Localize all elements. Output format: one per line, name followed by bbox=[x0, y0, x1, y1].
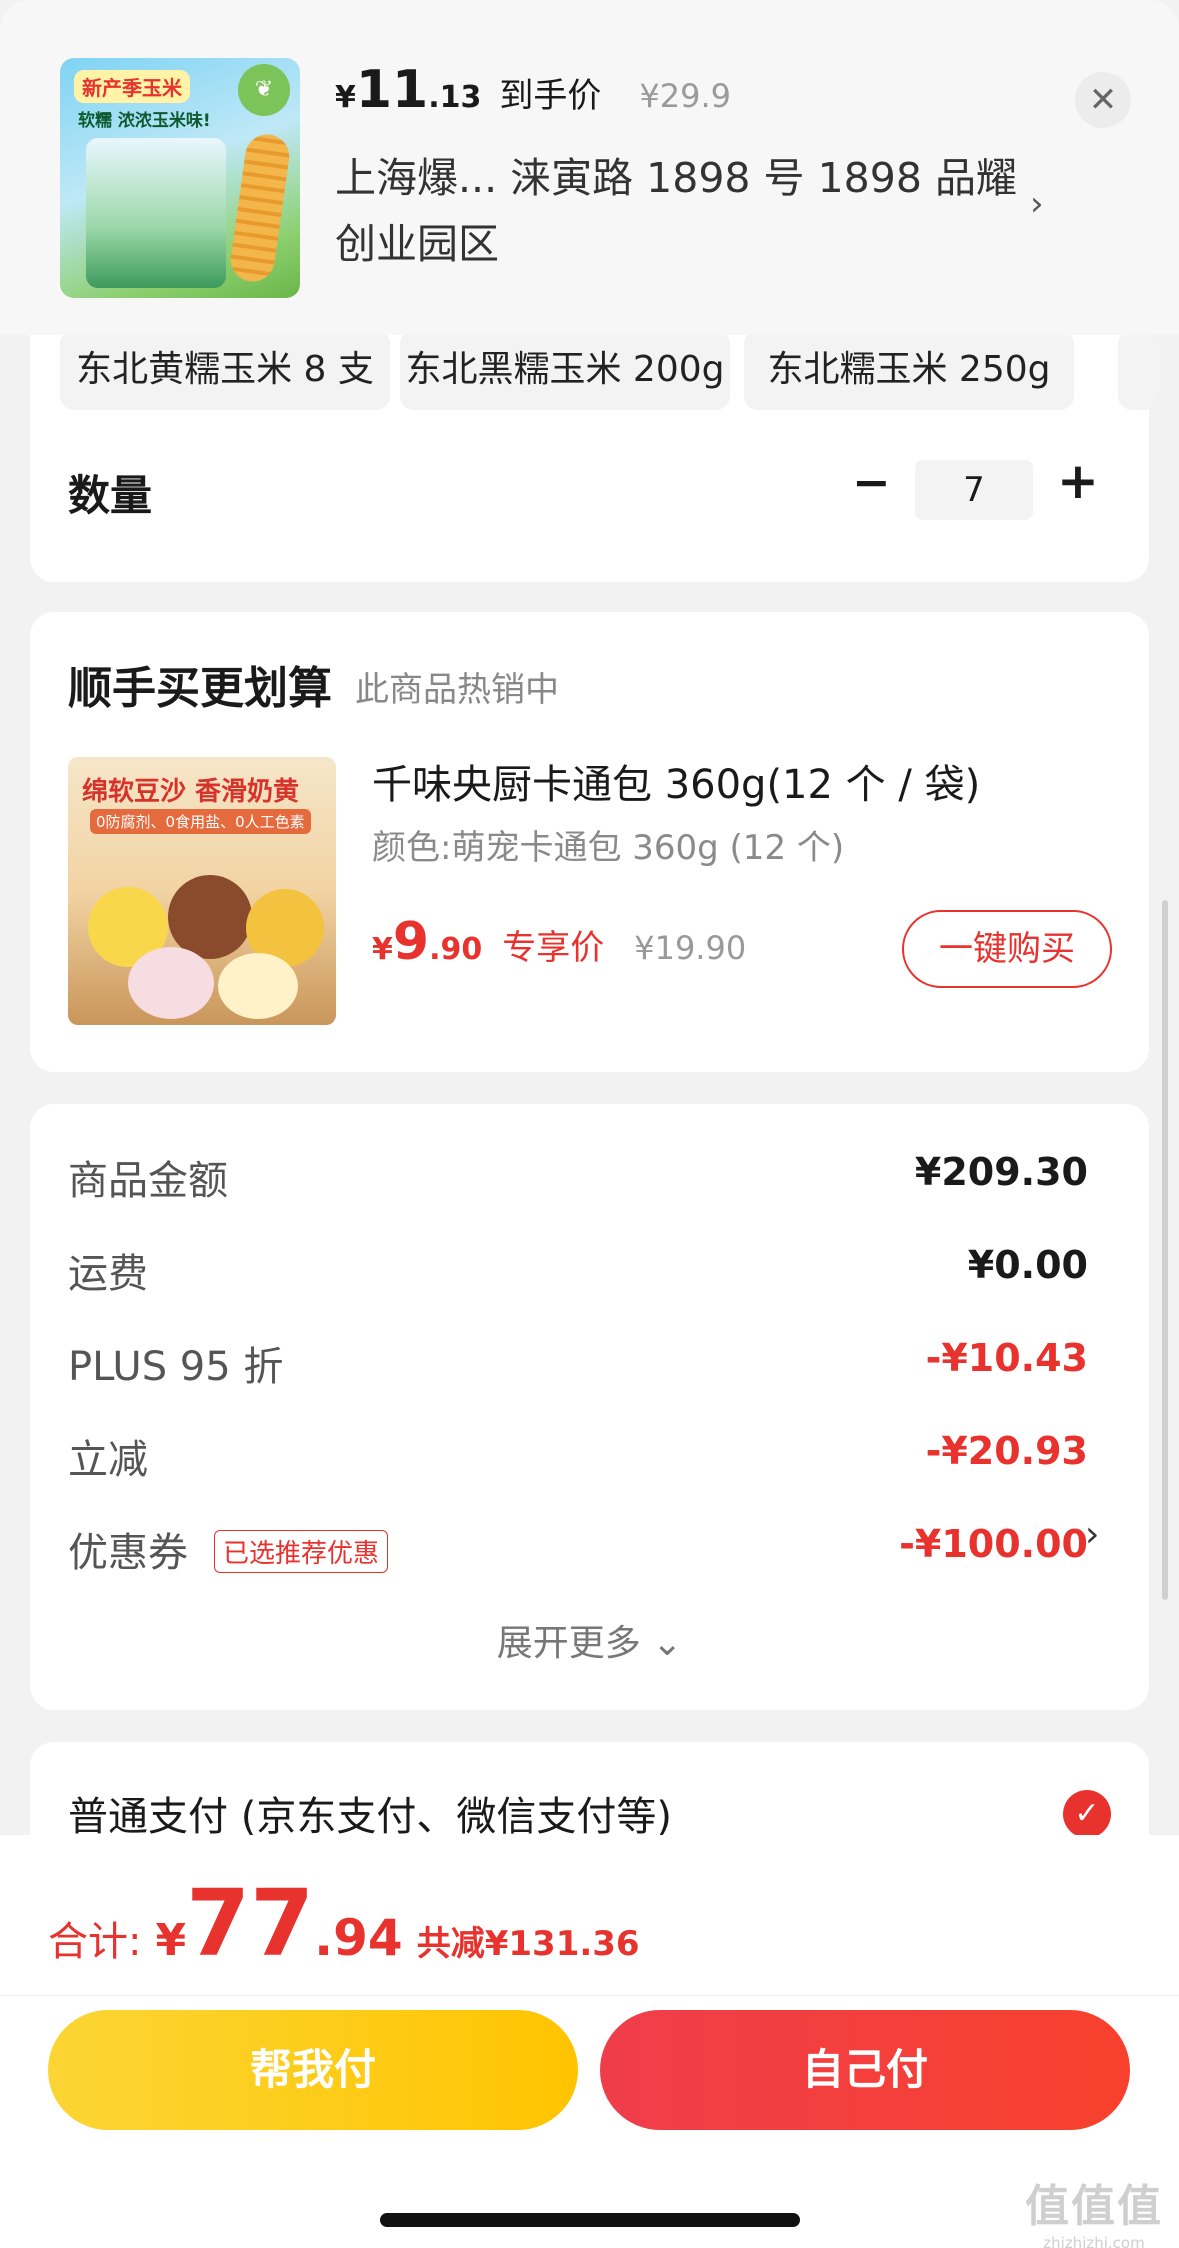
product-thumbnail: 新产季玉米 软糯 浓浓玉米味! ❦ bbox=[60, 58, 300, 298]
coupon-row[interactable]: 优惠券 已选推荐优惠 -¥100.00 bbox=[68, 1520, 1088, 1580]
detail-value: -¥10.43 bbox=[925, 1336, 1088, 1380]
coupon-tag: 已选推荐优惠 bbox=[214, 1530, 389, 1573]
detail-row: 运费 ¥0.00 bbox=[68, 1241, 1088, 1301]
watermark: 值值值 zhizhizhi.com bbox=[1025, 2170, 1163, 2248]
header-price: ¥ 11 .13 到手价 ¥29.9 bbox=[335, 60, 731, 120]
upsell-image-headline: 绵软豆沙 香滑奶黄 bbox=[82, 777, 300, 807]
checkout-bar: 合计: ¥ 77 .94 共减¥131.36 帮我付 自己付 值值值 zhizh… bbox=[0, 1835, 1179, 2248]
currency-symbol: ¥ bbox=[155, 1915, 187, 1966]
original-price: ¥29.9 bbox=[639, 77, 732, 115]
detail-value: -¥20.93 bbox=[925, 1429, 1088, 1473]
total-integer: 77 bbox=[186, 1870, 315, 1977]
chevron-right-icon[interactable]: › bbox=[1030, 184, 1044, 224]
detail-label: 优惠券 bbox=[68, 1530, 188, 1576]
total-price: 合计: ¥ 77 .94 共减¥131.36 bbox=[48, 1870, 640, 1977]
delivery-address[interactable]: 上海爆... 涞寅路 1898 号 1898 品耀创业园区 bbox=[335, 145, 1035, 277]
detail-row: 立减 -¥20.93 bbox=[68, 1427, 1088, 1487]
detail-row: 商品金额 ¥209.30 bbox=[68, 1148, 1088, 1208]
leaf-icon: ❦ bbox=[238, 64, 290, 116]
scrollbar[interactable] bbox=[1162, 900, 1168, 1600]
detail-label: 立减 bbox=[68, 1437, 148, 1483]
detail-label: PLUS 95 折 bbox=[68, 1344, 284, 1390]
detail-label: 运费 bbox=[68, 1251, 148, 1297]
spec-chip-partial[interactable] bbox=[1118, 330, 1158, 410]
watermark-site: zhizhizhi.com bbox=[1043, 2234, 1145, 2248]
currency-symbol: ¥ bbox=[335, 80, 356, 115]
close-icon[interactable]: ✕ bbox=[1075, 72, 1131, 128]
price-detail-card: 商品金额 ¥209.30 运费 ¥0.00 PLUS 95 折 -¥10.43 … bbox=[30, 1104, 1149, 1710]
help-me-pay-button[interactable]: 帮我付 bbox=[48, 2010, 578, 2130]
price-integer: 11 bbox=[355, 60, 429, 120]
home-indicator[interactable] bbox=[380, 2213, 800, 2227]
detail-value: ¥0.00 bbox=[967, 1243, 1088, 1287]
expand-more-button[interactable]: 展开更多 ⌄ bbox=[30, 1614, 1149, 1666]
total-decimal: .94 bbox=[314, 1909, 403, 1967]
watermark-logo: 值值值 bbox=[1025, 2181, 1163, 2232]
plus-button[interactable]: + bbox=[1057, 452, 1099, 510]
final-price-label: 到手价 bbox=[499, 76, 602, 116]
currency-symbol: ¥ bbox=[372, 932, 393, 967]
price-integer: 9 bbox=[392, 912, 430, 972]
chevron-right-icon[interactable]: › bbox=[1085, 1514, 1099, 1555]
bun-shape bbox=[128, 947, 214, 1019]
thumb-badge: 新产季玉米 bbox=[74, 70, 190, 103]
total-saved: 共减¥131.36 bbox=[416, 1924, 640, 1964]
one-click-buy-button[interactable]: 一键购买 bbox=[902, 910, 1112, 988]
quantity-label: 数量 bbox=[68, 471, 153, 520]
payment-method-label: 普通支付 (京东支付、微信支付等) bbox=[68, 1794, 672, 1840]
divider bbox=[0, 1995, 1179, 1996]
minus-button[interactable]: − bbox=[852, 455, 891, 509]
upsell-card: 顺手买更划算 此商品热销中 绵软豆沙 香滑奶黄 0防腐剂、0食用盐、0人工色素 … bbox=[30, 612, 1149, 1072]
upsell-title: 顺手买更划算 bbox=[68, 663, 332, 714]
total-label: 合计: bbox=[48, 1919, 142, 1965]
spec-chip[interactable]: 东北黄糯玉米 8 支 bbox=[60, 330, 390, 410]
thumb-bag bbox=[86, 138, 226, 288]
detail-value: ¥209.30 bbox=[914, 1150, 1088, 1194]
thumb-slogan: 软糯 浓浓玉米味! bbox=[78, 111, 211, 131]
quantity-input[interactable]: 7 bbox=[915, 460, 1033, 520]
upsell-product-variant: 颜色:萌宠卡通包 360g (12 个) bbox=[372, 828, 845, 868]
detail-value: -¥100.00 bbox=[899, 1522, 1088, 1566]
check-icon[interactable]: ✓ bbox=[1063, 1790, 1111, 1838]
thumb-corn bbox=[227, 131, 293, 285]
upsell-subtitle: 此商品热销中 bbox=[355, 670, 559, 710]
exclusive-price-label: 专享价 bbox=[502, 928, 605, 968]
bun-shape bbox=[168, 875, 252, 959]
upsell-original-price: ¥19.90 bbox=[634, 929, 747, 967]
price-decimal: .90 bbox=[429, 932, 483, 967]
spec-chip[interactable]: 东北糯玉米 250g bbox=[744, 330, 1074, 410]
detail-label: 商品金额 bbox=[68, 1158, 228, 1204]
price-decimal: .13 bbox=[428, 80, 482, 115]
upsell-image-subline: 0防腐剂、0食用盐、0人工色素 bbox=[90, 809, 311, 834]
detail-row: PLUS 95 折 -¥10.43 bbox=[68, 1334, 1088, 1394]
bun-shape bbox=[218, 953, 298, 1019]
upsell-product-name[interactable]: 千味央厨卡通包 360g(12 个 / 袋) bbox=[372, 752, 980, 810]
pay-myself-button[interactable]: 自己付 bbox=[600, 2010, 1130, 2130]
product-header: 新产季玉米 软糯 浓浓玉米味! ❦ ¥ 11 .13 到手价 ¥29.9 上海爆… bbox=[0, 0, 1179, 335]
upsell-product-image[interactable]: 绵软豆沙 香滑奶黄 0防腐剂、0食用盐、0人工色素 bbox=[68, 757, 336, 1025]
spec-chip[interactable]: 东北黑糯玉米 200g bbox=[400, 330, 730, 410]
upsell-price: ¥ 9 .90 专享价 ¥19.90 bbox=[372, 912, 746, 972]
